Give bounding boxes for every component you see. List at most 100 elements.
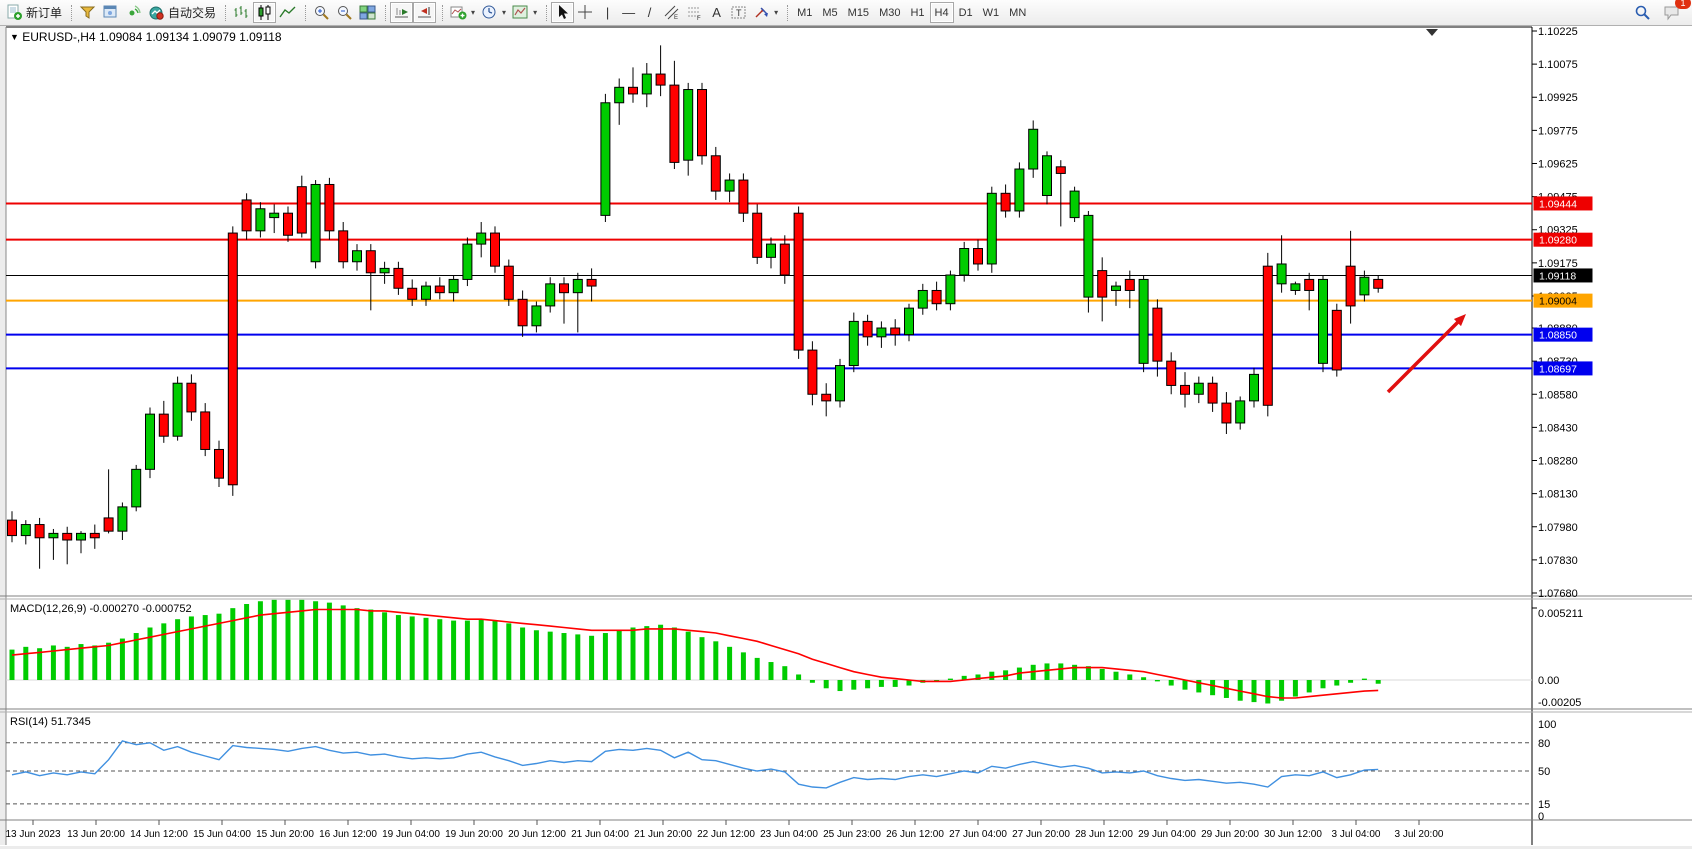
candle-body <box>808 350 817 394</box>
macd-histogram-bar <box>658 625 663 680</box>
timeframe-m1[interactable]: M1 <box>792 2 817 23</box>
search-button[interactable] <box>1631 2 1654 23</box>
signals-button[interactable] <box>122 2 145 23</box>
macd-histogram-bar <box>879 680 884 687</box>
date-label: 27 Jun 20:00 <box>1012 829 1070 840</box>
macd-histogram-bar <box>1376 680 1381 684</box>
candle-body <box>477 233 486 244</box>
price-line-badge-label: 1.09118 <box>1539 270 1576 282</box>
line-chart-button[interactable] <box>276 2 299 23</box>
candle-body <box>1098 271 1107 297</box>
text-tool-button[interactable]: A <box>706 2 727 23</box>
macd-histogram-bar <box>327 603 332 680</box>
date-label: 19 Jun 20:00 <box>445 829 503 840</box>
line-chart-icon <box>279 4 296 21</box>
timeframe-h1[interactable]: H1 <box>905 2 929 23</box>
macd-histogram-bar <box>824 680 829 688</box>
candlestick-chart-button[interactable] <box>253 2 276 23</box>
chart-canvas[interactable]: 1.102251.100751.099251.097751.096251.094… <box>0 0 1692 849</box>
macd-histogram-bar <box>1293 680 1298 697</box>
candle-body <box>1015 169 1024 211</box>
zoom-out-button[interactable] <box>333 2 356 23</box>
price-line-badge-label: 1.08697 <box>1539 363 1577 375</box>
bar-chart-icon <box>233 4 250 21</box>
macd-histogram-bar <box>299 600 304 680</box>
equidistant-channel-icon: E <box>663 4 680 21</box>
macd-histogram-bar <box>382 612 387 680</box>
auto-scroll-button[interactable] <box>390 2 413 23</box>
vertical-line-tool-button[interactable]: | <box>597 2 618 23</box>
horizontal-line-tool-button[interactable]: — <box>618 2 639 23</box>
auto-trading-button[interactable]: 自动交易 <box>145 2 219 23</box>
cursor-tool-button[interactable] <box>551 2 574 23</box>
new-order-button[interactable]: 新订单 <box>3 2 65 23</box>
candle-body <box>1277 264 1286 284</box>
candle-body <box>1305 279 1314 290</box>
candle-body <box>449 279 458 292</box>
macd-scale-top: 0.005211 <box>1538 608 1583 620</box>
candle-body <box>932 290 941 303</box>
trendline-tool-button[interactable]: / <box>639 2 660 23</box>
notification-badge[interactable]: 1 <box>1675 0 1691 9</box>
crosshair-tool-button[interactable] <box>574 2 597 23</box>
chart-ohlc-values: 1.09084 1.09134 1.09079 1.09118 <box>99 30 282 44</box>
candle-body <box>767 244 776 257</box>
date-label: 21 Jun 04:00 <box>571 829 629 840</box>
date-label: 21 Jun 20:00 <box>634 829 692 840</box>
zoom-in-button[interactable] <box>310 2 333 23</box>
new-order-label: 新订单 <box>26 4 62 21</box>
signal-icon <box>125 4 142 21</box>
macd-histogram-bar <box>838 680 843 691</box>
macd-histogram-bar <box>65 647 70 680</box>
candle-body <box>256 209 265 231</box>
candle-body <box>836 366 845 401</box>
macd-histogram-bar <box>506 623 511 680</box>
periods-button[interactable]: ▾ <box>478 2 509 23</box>
fibonacci-tool-button[interactable]: F <box>683 2 706 23</box>
arrows-tool-button[interactable]: ▾ <box>750 2 781 23</box>
candle-body <box>504 266 513 299</box>
market-watch-button[interactable] <box>99 2 122 23</box>
macd-histogram-bar <box>1100 669 1105 680</box>
timeframe-mn[interactable]: MN <box>1004 2 1031 23</box>
macd-histogram-bar <box>700 637 705 680</box>
candle-body <box>794 213 803 350</box>
auto-trading-icon <box>148 4 165 21</box>
candle-body <box>1139 279 1148 363</box>
date-label: 13 Jun 20:00 <box>67 829 125 840</box>
chart-shift-button[interactable] <box>413 2 436 23</box>
window-edge <box>0 26 6 845</box>
candle-body <box>1084 215 1093 297</box>
profiles-icon <box>79 4 96 21</box>
timeframe-m30[interactable]: M30 <box>874 2 905 23</box>
templates-button[interactable]: ▾ <box>509 2 540 23</box>
macd-histogram-bar <box>548 632 553 680</box>
indicators-button[interactable]: ▾ <box>447 2 478 23</box>
macd-histogram-bar <box>562 633 567 680</box>
price-tick-label: 1.10075 <box>1538 59 1578 71</box>
date-label: 3 Jul 20:00 <box>1395 829 1444 840</box>
macd-histogram-bar <box>672 627 677 680</box>
timeframe-w1[interactable]: W1 <box>978 2 1005 23</box>
macd-histogram-bar <box>603 633 608 680</box>
macd-histogram-bar <box>244 604 249 680</box>
bar-chart-button[interactable] <box>230 2 253 23</box>
text-label-tool-button[interactable]: T <box>727 2 750 23</box>
timeframe-m15[interactable]: M15 <box>843 2 874 23</box>
date-label: 30 Jun 12:00 <box>1264 829 1322 840</box>
profiles-button[interactable] <box>76 2 99 23</box>
tile-windows-button[interactable] <box>356 2 379 23</box>
candle-body <box>201 412 210 450</box>
timeframe-h4[interactable]: H4 <box>930 2 954 23</box>
date-label: 27 Jun 04:00 <box>949 829 1007 840</box>
timeframe-d1[interactable]: D1 <box>954 2 978 23</box>
macd-histogram-bar <box>313 601 318 680</box>
candle-body <box>118 507 127 531</box>
channel-tool-button[interactable]: E <box>660 2 683 23</box>
timeframe-m5[interactable]: M5 <box>817 2 842 23</box>
candle-body <box>408 288 417 299</box>
candle-body <box>8 520 17 535</box>
candle-body <box>629 87 638 94</box>
timeframe-group: M1 M5 M15 M30 H1 H4 D1 W1 MN <box>784 0 1034 26</box>
candle-body <box>684 90 693 161</box>
